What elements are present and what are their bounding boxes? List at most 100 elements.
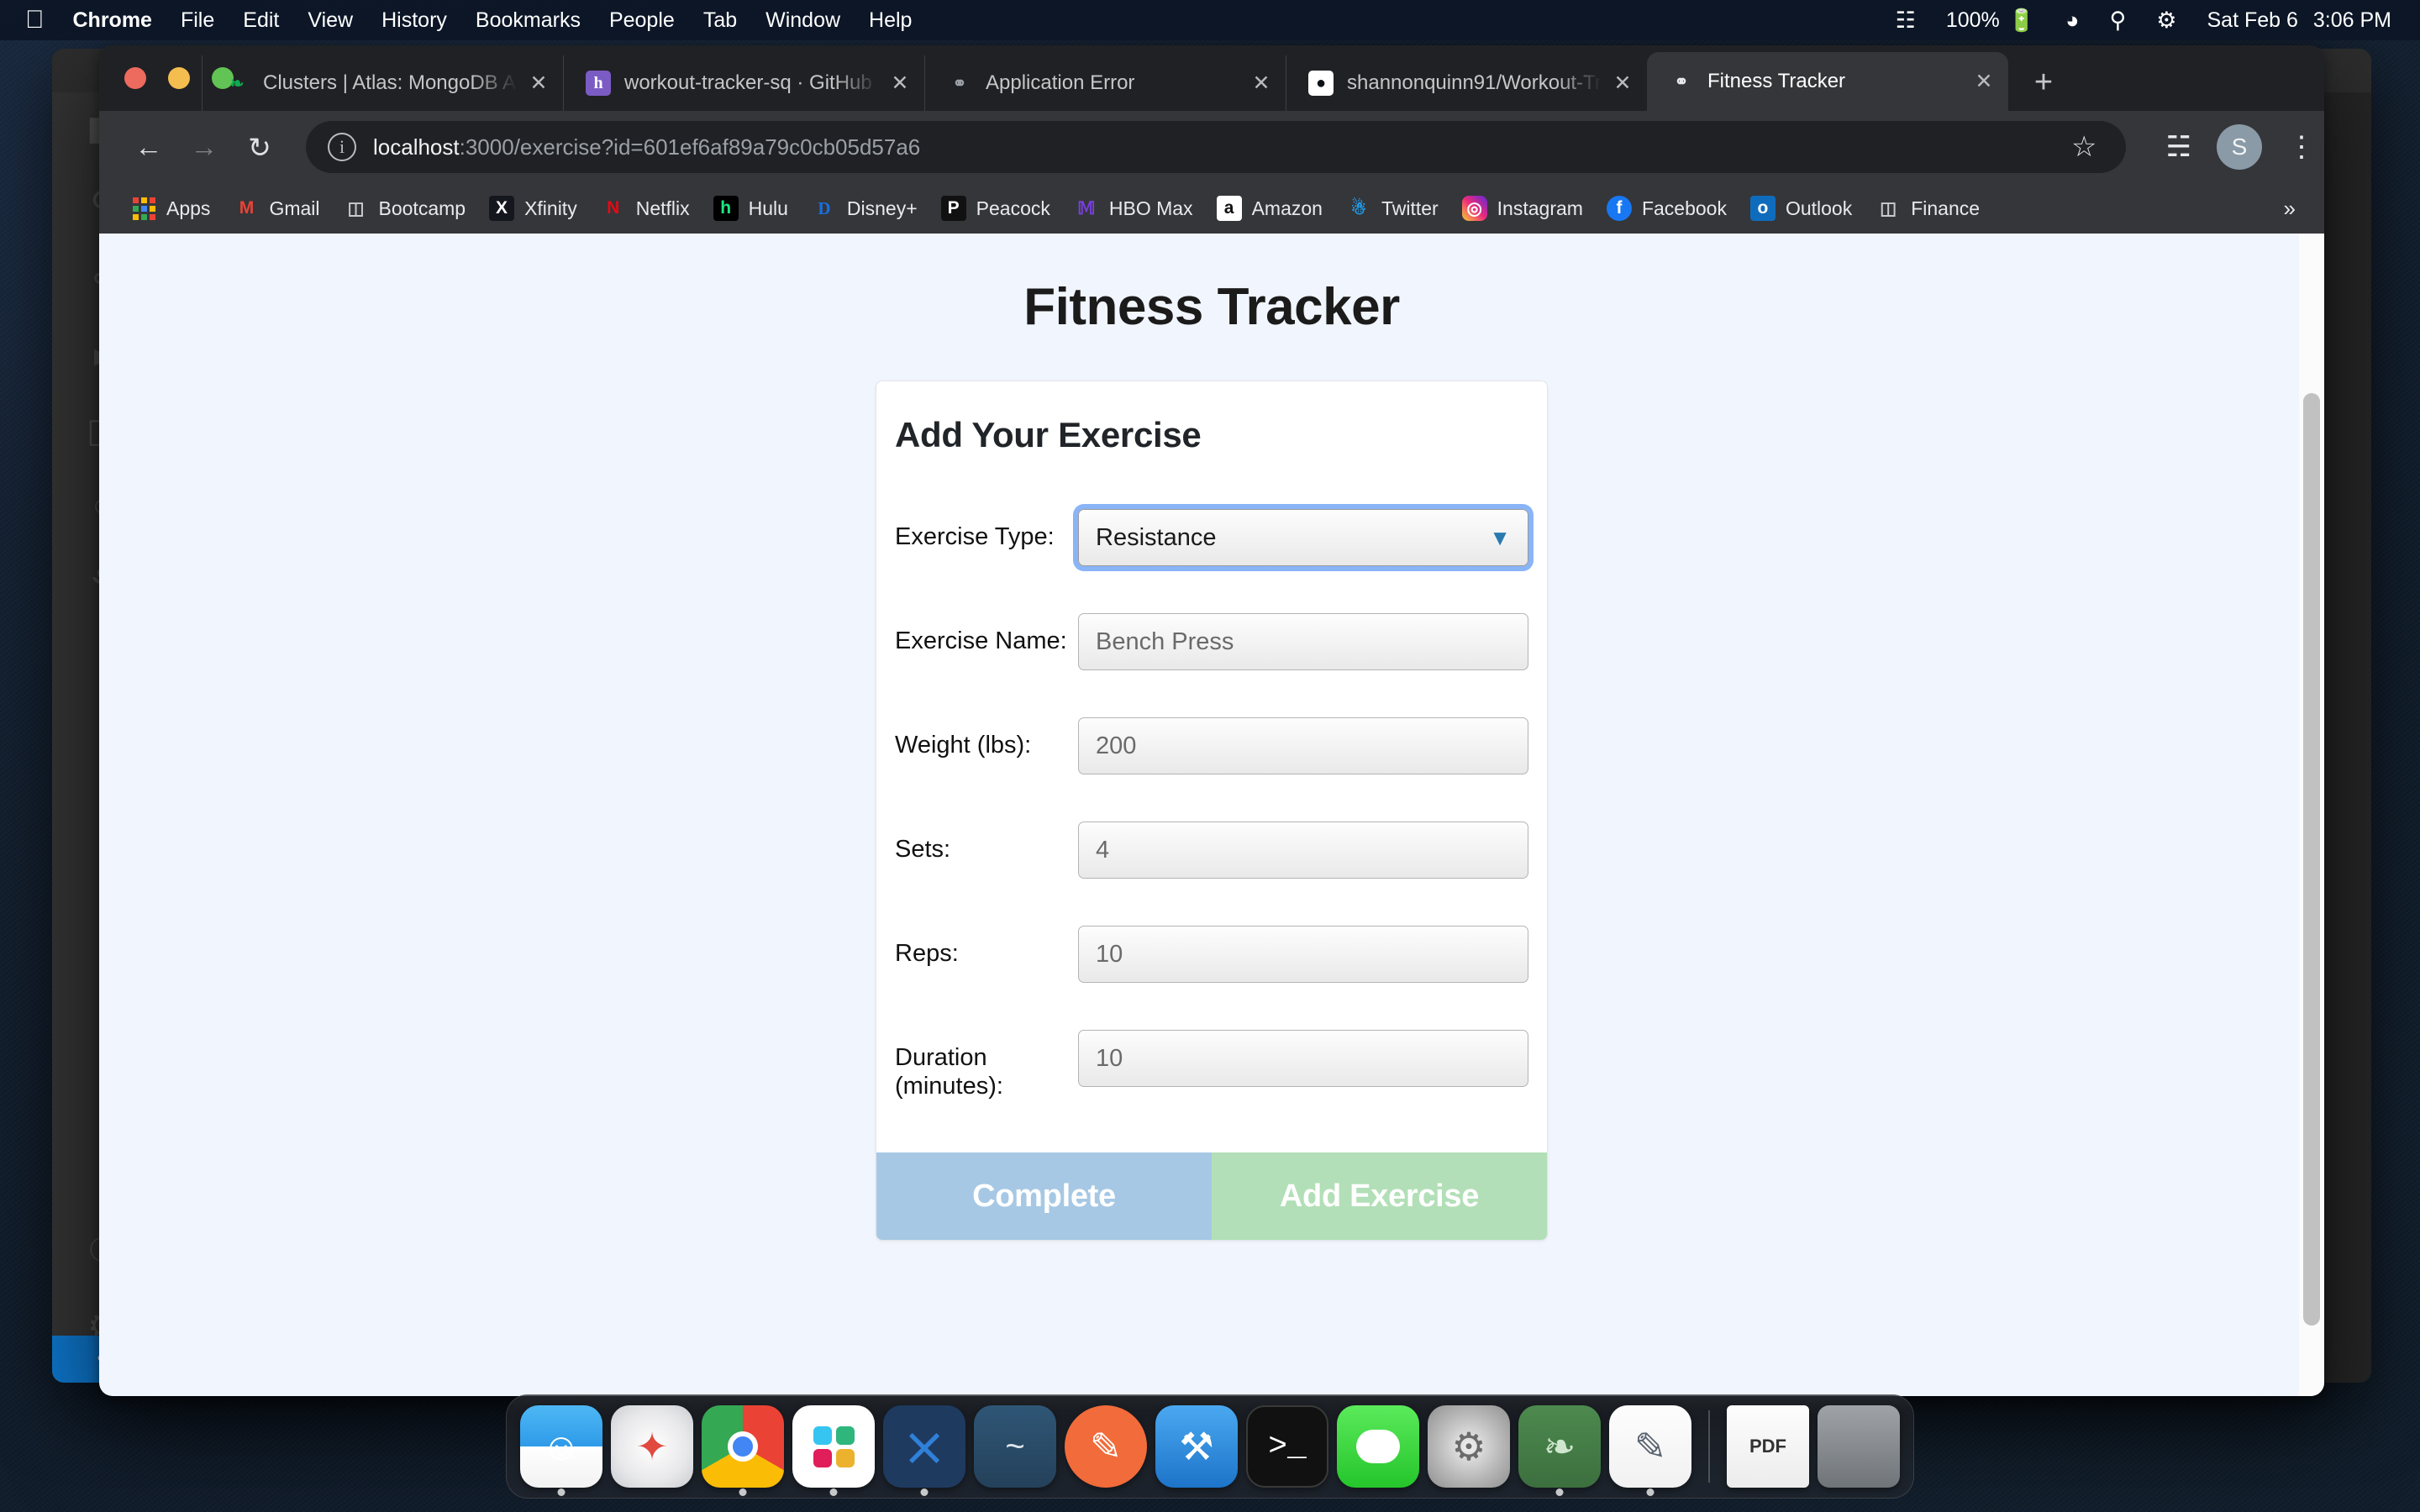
bookmark-disney-plus[interactable]: D Disney+ [800,191,929,226]
tab-shannonquinn91-workout-tracker[interactable]: ● shannonquinn91/Workout-Tracker ✕ [1286,55,1647,111]
dock-item-terminal[interactable]: >_ [1246,1405,1328,1488]
sequel-pro-icon[interactable]: ~ [974,1405,1056,1488]
chrome-toolbar[interactable]: ← → ↻ i localhost:3000/exercise?id=601ef… [99,111,2324,183]
menu-item-history[interactable]: History [381,8,447,33]
dock-item-mongodb-compass[interactable]: ❧ [1518,1405,1601,1488]
bookmark-hulu[interactable]: h Hulu [702,191,800,226]
chrome-browser-window[interactable]: ❧ Clusters | Atlas: MongoDB Atlas ✕ h wo… [99,45,2324,1396]
info-circle-icon[interactable]: i [328,133,356,161]
menu-item-help[interactable]: Help [869,8,912,33]
bookmark-facebook[interactable]: f Facebook [1595,191,1739,226]
bookmarks-overflow-button[interactable]: » [2275,196,2304,222]
dock-item-notes[interactable]: ✎ [1609,1405,1691,1488]
dock-item-chrome[interactable] [702,1405,784,1488]
trash-icon[interactable] [1818,1405,1900,1488]
menu-bar-time[interactable]: 3:06 PM [2313,8,2391,33]
page-scrollbar-track[interactable] [2299,234,2324,1396]
close-window-button[interactable] [124,67,146,89]
battery-status[interactable]: 100% 🔋 [1946,8,2035,34]
menu-item-file[interactable]: File [181,8,214,33]
bookmark-instagram[interactable]: ◎ Instagram [1450,191,1595,226]
weight-input[interactable]: 200 [1078,717,1528,774]
dock-item-safari[interactable]: ✦ [611,1405,693,1488]
dock-item-postman[interactable]: ✎ [1065,1405,1147,1488]
chrome-icon[interactable] [702,1405,784,1488]
terminal-icon[interactable]: >_ [1246,1405,1328,1488]
tab-workout-tracker-github[interactable]: h workout-tracker-sq · GitHub | ✕ [563,55,924,111]
wifi-icon[interactable]: ◕ [2065,8,2079,34]
safari-icon[interactable]: ✦ [611,1405,693,1488]
dock-item-xcode[interactable]: ⚒ [1155,1405,1238,1488]
page-scrollbar-thumb[interactable] [2303,393,2320,1326]
duration-input[interactable]: 10 [1078,1030,1528,1087]
profile-avatar[interactable]: S [2217,124,2262,170]
add-exercise-button[interactable]: Add Exercise [1212,1152,1547,1240]
bookmark-bootcamp[interactable]: ◫ Bootcamp [332,191,478,226]
postman-icon[interactable]: ✎ [1065,1405,1147,1488]
dock-item-messages[interactable] [1337,1405,1419,1488]
xcode-icon[interactable]: ⚒ [1155,1405,1238,1488]
menu-bar-status-items[interactable]: ☷ 100% 🔋 ◕ ⚲ ⚙ Sat Feb 6 3:06 PM [1865,8,2420,34]
pdf-document-icon[interactable]: PDF [1727,1405,1809,1488]
sets-input[interactable]: 4 [1078,822,1528,879]
bookmark-finance[interactable]: ◫ Finance [1864,191,1991,226]
dock-item-slack[interactable] [792,1405,875,1488]
chevron-down-icon[interactable]: ▼ [1489,527,1511,549]
apple-logo-icon[interactable]:  [25,8,45,33]
chrome-menu-icon[interactable]: ⋮ [2287,139,2302,155]
complete-button[interactable]: Complete [876,1152,1212,1240]
tab-close-icon[interactable]: ✕ [1970,67,1998,96]
screen-mirroring-icon[interactable]: ☷ [1896,8,1916,34]
finder-icon[interactable]: ☺ [520,1405,602,1488]
puzzle-piece-icon[interactable]: ☵ [2166,130,2191,164]
messages-icon[interactable] [1337,1405,1419,1488]
address-bar[interactable]: i localhost:3000/exercise?id=601ef6af89a… [306,121,2126,173]
tab-close-icon[interactable]: ✕ [524,69,553,97]
bookmark-star-icon[interactable]: ☆ [2071,130,2103,164]
forward-button[interactable]: → [176,119,232,175]
menu-item-window[interactable]: Window [765,8,840,33]
tab-close-icon[interactable]: ✕ [1247,69,1276,97]
dock-item-pdf-document[interactable]: PDF [1727,1405,1809,1488]
spotlight-search-icon[interactable]: ⚲ [2109,8,2126,34]
tab-close-icon[interactable]: ✕ [886,69,914,97]
settings-gear-icon[interactable]: ⚙ [1428,1405,1510,1488]
mongodb-leaf-icon[interactable]: ❧ [1518,1405,1601,1488]
menu-item-edit[interactable]: Edit [243,8,279,33]
new-tab-button[interactable]: + [2020,59,2067,106]
bookmark-amazon[interactable]: a Amazon [1205,191,1334,226]
slack-icon[interactable] [792,1405,875,1488]
bookmark-apps[interactable]: Apps [119,191,222,226]
menu-item-chrome[interactable]: Chrome [73,8,152,33]
menu-item-bookmarks[interactable]: Bookmarks [476,8,581,33]
menu-item-people[interactable]: People [609,8,675,33]
dock-item-finder[interactable]: ☺ [520,1405,602,1488]
bookmark-peacock[interactable]: P Peacock [929,191,1062,226]
bookmark-hbo-max[interactable]: 𝕄 HBO Max [1062,191,1205,226]
reps-input[interactable]: 10 [1078,926,1528,983]
notes-icon[interactable]: ✎ [1609,1405,1691,1488]
dock-item-system-preferences[interactable]: ⚙ [1428,1405,1510,1488]
menu-item-view[interactable]: View [308,8,353,33]
menu-item-tab[interactable]: Tab [703,8,737,33]
macos-dock[interactable]: ☺ ✦ ⨯ ~ ✎ ⚒ >_ ⚙ [506,1394,1914,1499]
minimize-window-button[interactable] [168,67,190,89]
tab-close-icon[interactable]: ✕ [1608,69,1637,97]
bookmark-twitter[interactable]: ☃ Twitter [1334,191,1450,226]
bookmarks-bar[interactable]: Apps M Gmail ◫ Bootcamp X Xfinity N Netf… [99,183,2324,234]
bookmark-netflix[interactable]: N Netflix [589,191,702,226]
control-center-icon[interactable]: ⚙ [2156,8,2176,34]
menu-bar-date[interactable]: Sat Feb 6 [2207,8,2297,33]
bookmark-gmail[interactable]: M Gmail [222,191,331,226]
toolbar-right-actions[interactable]: ☵ S ⋮ [2166,124,2302,170]
reload-button[interactable]: ↻ [232,119,287,175]
exercise-name-input[interactable]: Bench Press [1078,613,1528,670]
back-button[interactable]: ← [121,119,176,175]
tab-application-error[interactable]: ⚭ Application Error ✕ [924,55,1286,111]
dock-item-vscode[interactable]: ⨯ [883,1405,965,1488]
bookmark-outlook[interactable]: o Outlook [1739,191,1864,226]
exercise-type-select[interactable]: Resistance ▼ [1078,509,1528,566]
dock-item-trash[interactable] [1818,1405,1900,1488]
tab-fitness-tracker[interactable]: ⚭ Fitness Tracker ✕ [1647,52,2008,111]
dock-item-sequel-pro[interactable]: ~ [974,1405,1056,1488]
